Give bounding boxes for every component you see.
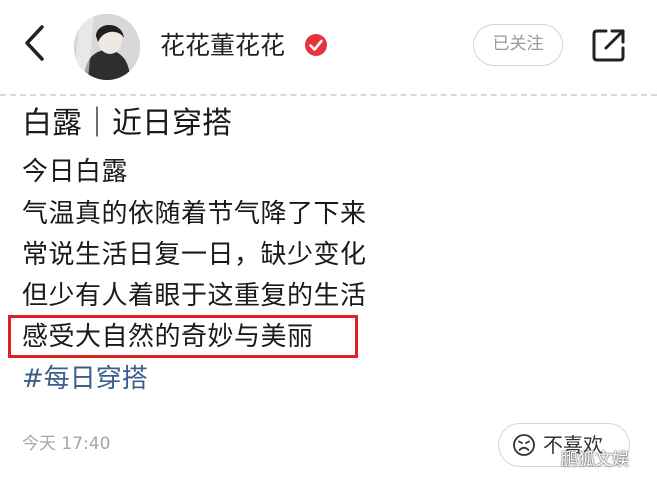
share-button[interactable] [591,27,627,63]
avatar-photo [74,14,140,80]
avatar[interactable] [74,14,140,80]
follow-button[interactable]: 已关注 [473,24,563,66]
author-name[interactable]: 花花董花花 [160,30,285,62]
verified-badge-icon [304,33,328,57]
share-icon [592,29,625,62]
post-timestamp: 今天 17:40 [22,434,111,454]
post-text-line: 但少有人着眼于这重复的生活 [22,281,367,311]
frown-face-icon [512,433,536,457]
back-arrow-icon [25,25,44,61]
post-text-line: 气温真的依随着节气降了下来 [22,199,367,229]
post-text-line: 常说生活日复一日，缺少变化 [22,240,367,270]
post-title: 白露｜近日穿搭 [22,106,232,141]
hashtag-link[interactable]: #每日穿搭 [22,362,148,396]
highlight-annotation-box [8,315,358,358]
post-detail-page: 花花董花花 已关注 白露｜近日穿搭 今日白露 气温真的依随着节气降了下来 常说生… [0,0,657,481]
post-text-line: 今日白露 [22,157,129,187]
header-divider [0,94,657,96]
watermark: 鹏狐文娱 [561,450,629,470]
back-button[interactable] [20,22,50,64]
